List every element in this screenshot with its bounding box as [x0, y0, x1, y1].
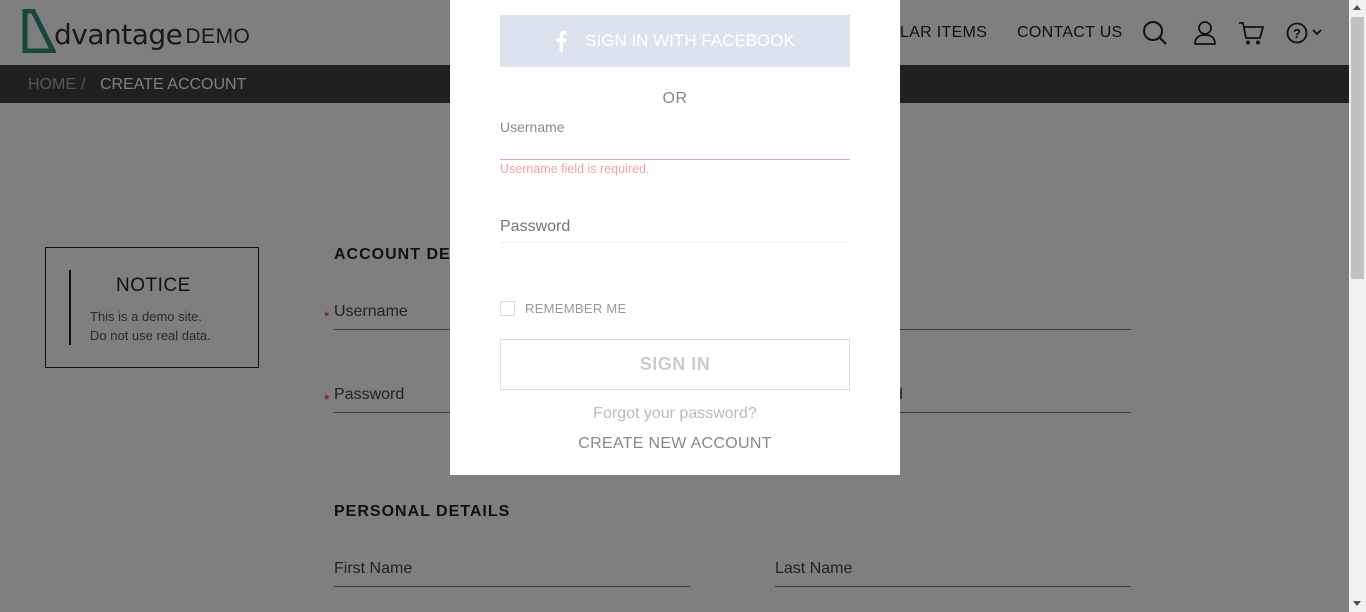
sign-in-button[interactable]: SIGN IN: [500, 339, 850, 390]
scroll-thumb[interactable]: [1351, 17, 1364, 279]
username-error-message: Username field is required.: [500, 162, 650, 176]
modal-username-input[interactable]: [500, 138, 850, 160]
forgot-password-link[interactable]: Forgot your password?: [450, 405, 900, 423]
scroll-up-arrow-icon[interactable]: [1353, 5, 1361, 10]
create-new-account-link[interactable]: CREATE NEW ACCOUNT: [450, 435, 900, 453]
scroll-down-arrow-icon[interactable]: [1353, 601, 1361, 606]
or-divider: OR: [662, 90, 688, 107]
modal-username-label: Username: [500, 119, 565, 135]
remember-me-label: REMEMBER ME: [525, 301, 627, 316]
modal-password-input[interactable]: [500, 211, 850, 243]
facebook-signin-label: SIGN IN WITH FACEBOOK: [585, 31, 795, 50]
facebook-icon: [556, 31, 567, 52]
remember-me-checkbox[interactable]: [500, 301, 515, 316]
page-scrollbar[interactable]: [1349, 0, 1366, 612]
login-modal: SIGN IN WITH FACEBOOK OR Username Userna…: [450, 0, 900, 475]
facebook-signin-button[interactable]: SIGN IN WITH FACEBOOK: [500, 15, 850, 67]
remember-me-toggle[interactable]: REMEMBER ME: [500, 301, 627, 316]
